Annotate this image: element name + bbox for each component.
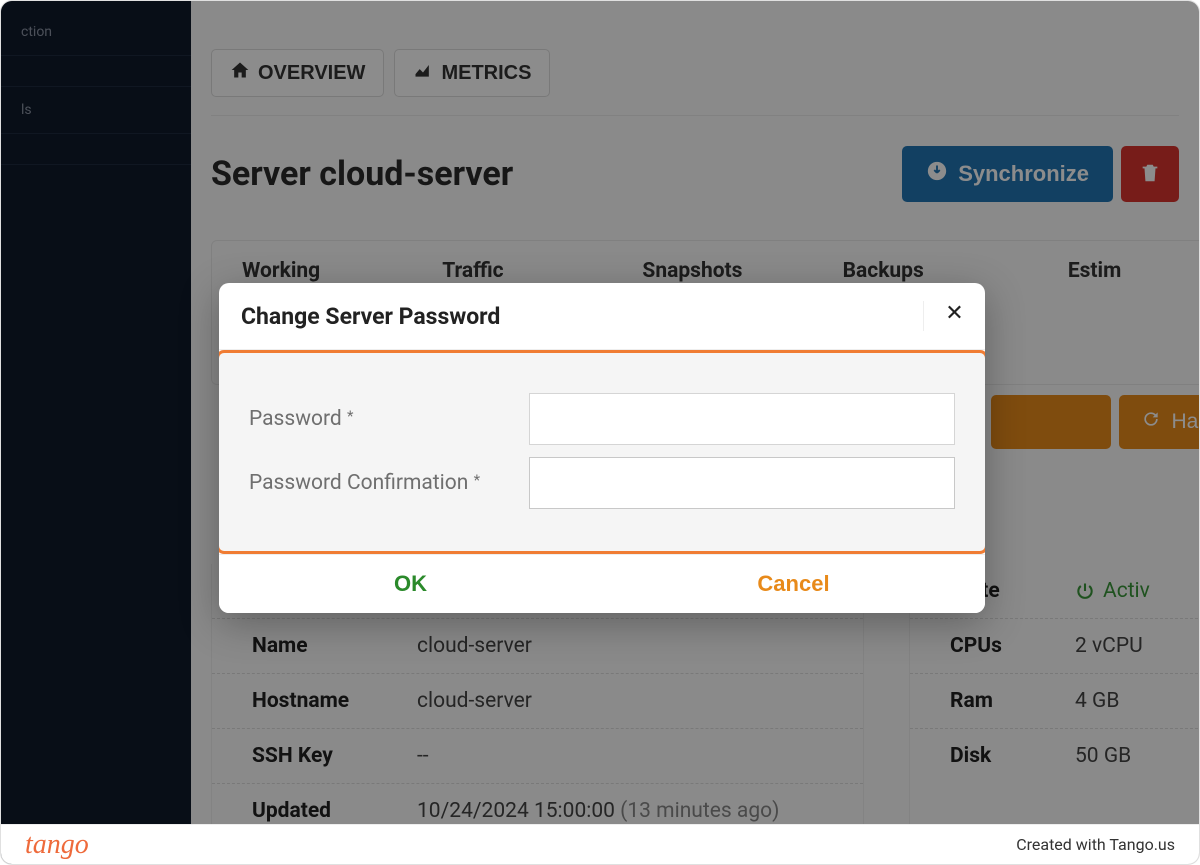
tango-credit: Created with Tango.us [1016,835,1175,854]
ok-button[interactable]: OK [219,555,602,613]
cancel-button[interactable]: Cancel [602,555,985,613]
tango-footer: tango Created with Tango.us [1,824,1199,864]
tango-logo: tango [25,829,89,861]
close-icon[interactable]: ✕ [923,301,963,331]
password-label: Password * [249,407,529,431]
change-password-modal: Change Server Password ✕ Password * Pass… [219,283,985,613]
modal-title: Change Server Password [241,303,500,330]
password-confirm-label: Password Confirmation * [249,471,529,495]
password-input[interactable] [529,393,955,445]
password-confirmation-input[interactable] [529,457,955,509]
modal-body-highlight: Password * Password Confirmation * [219,350,985,554]
